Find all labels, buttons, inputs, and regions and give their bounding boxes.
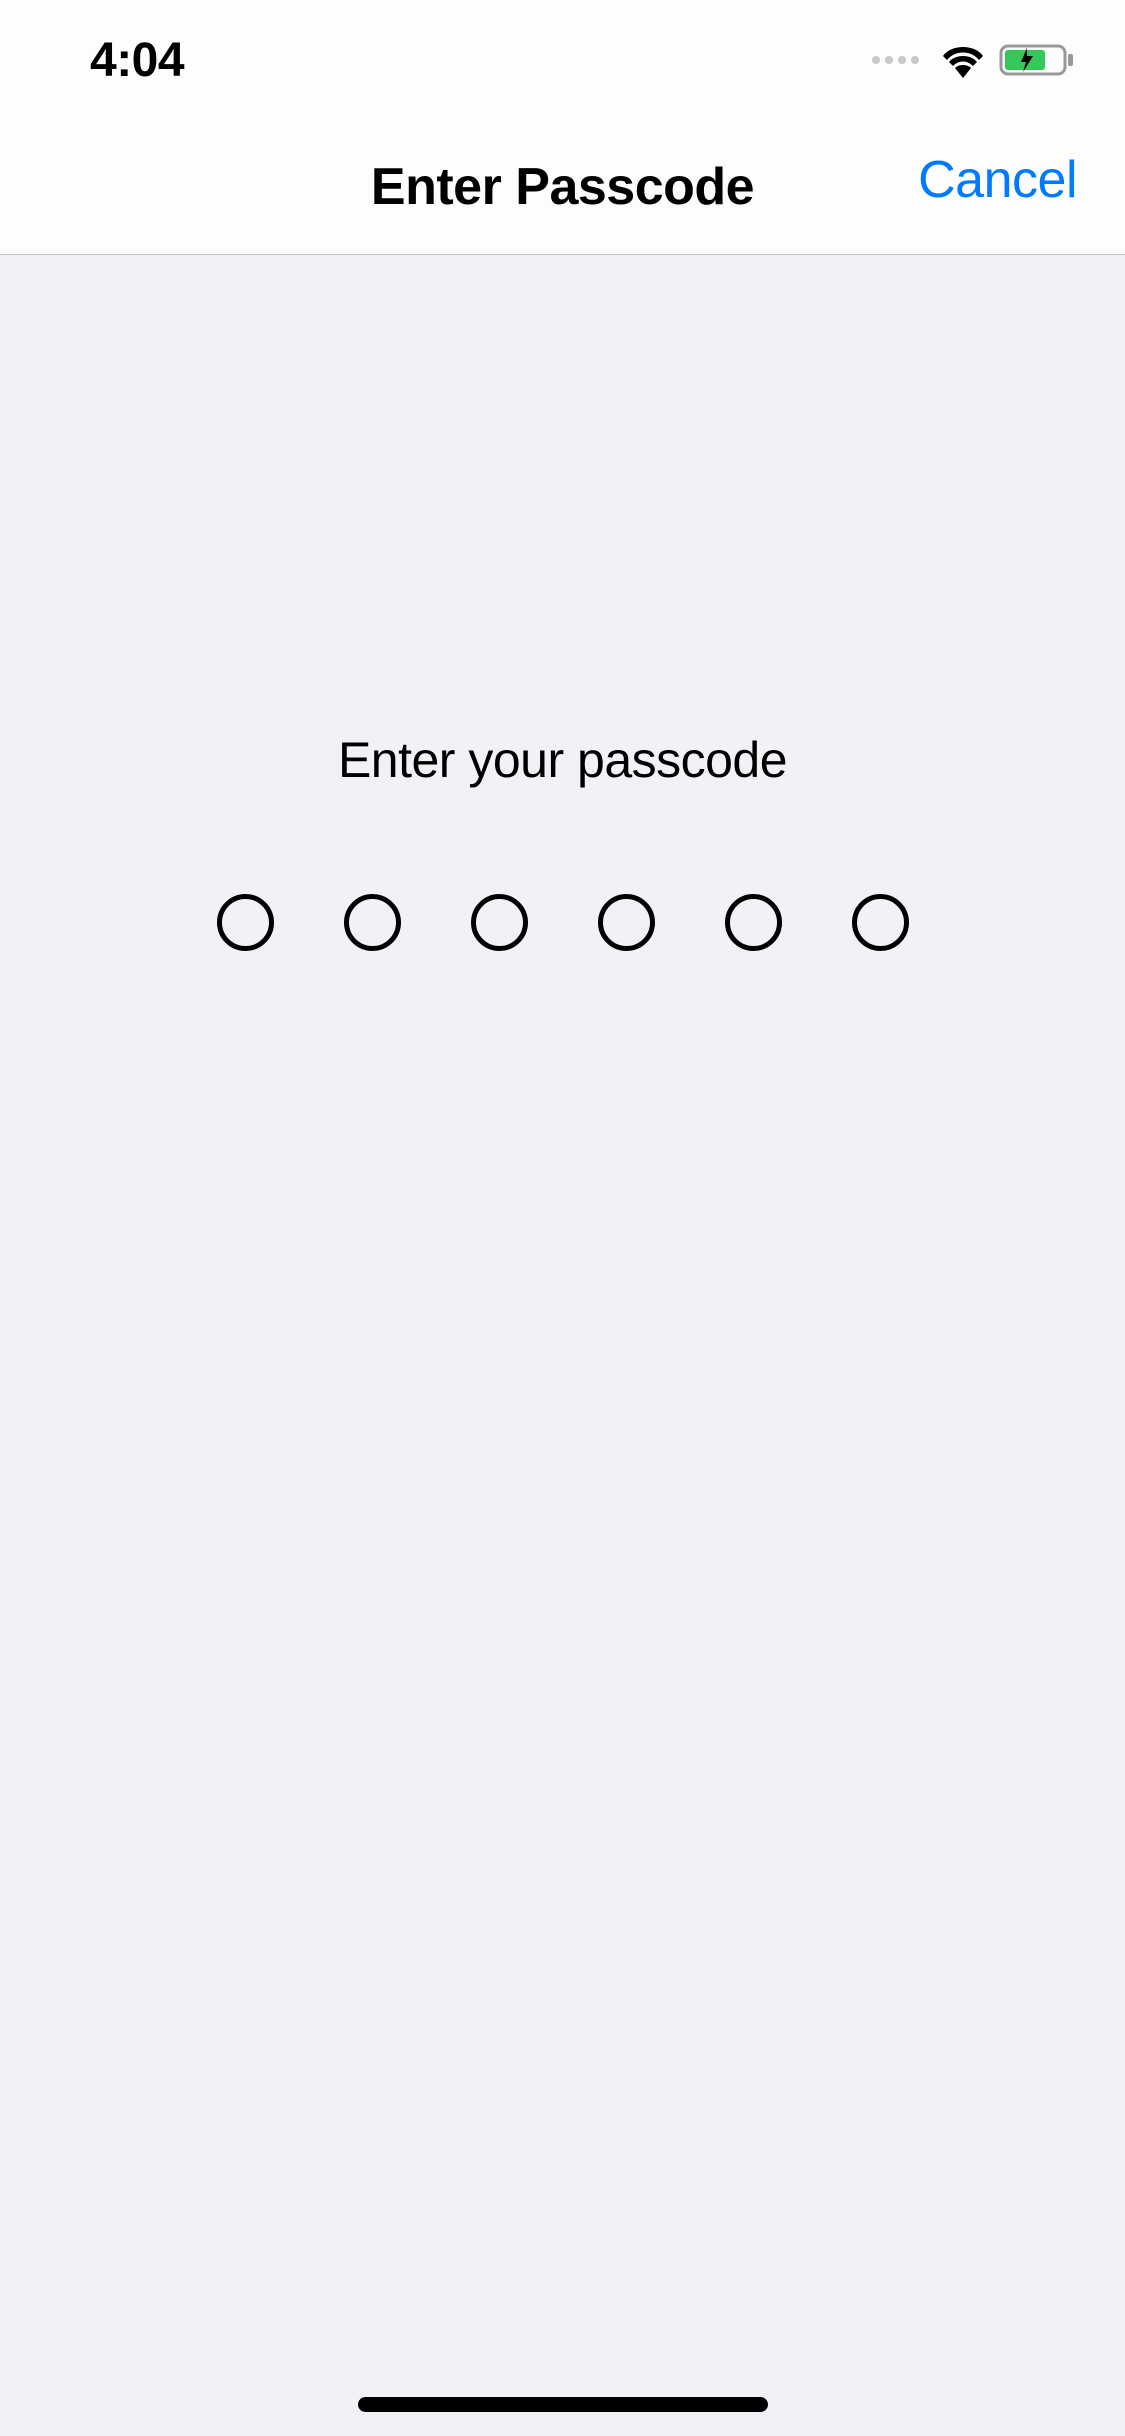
status-time: 4:04 bbox=[90, 33, 184, 88]
status-right bbox=[872, 42, 1075, 78]
passcode-dot-2 bbox=[344, 894, 401, 951]
home-indicator[interactable] bbox=[358, 2397, 768, 2412]
passcode-dot-1 bbox=[217, 894, 274, 951]
passcode-dot-4 bbox=[598, 894, 655, 951]
battery-charging-icon bbox=[999, 42, 1075, 78]
content-area: Enter your passcode bbox=[0, 255, 1125, 951]
wifi-icon bbox=[939, 42, 987, 78]
passcode-dot-3 bbox=[471, 894, 528, 951]
nav-bar: Enter Passcode Cancel bbox=[0, 140, 1125, 255]
status-bar: 4:04 bbox=[0, 0, 1125, 140]
page-title: Enter Passcode bbox=[371, 157, 754, 217]
signal-strength-icon bbox=[872, 56, 919, 64]
passcode-prompt: Enter your passcode bbox=[338, 731, 787, 789]
passcode-dot-5 bbox=[725, 894, 782, 951]
passcode-dot-6 bbox=[852, 894, 909, 951]
cancel-button[interactable]: Cancel bbox=[918, 150, 1077, 210]
passcode-dots[interactable] bbox=[217, 894, 909, 951]
